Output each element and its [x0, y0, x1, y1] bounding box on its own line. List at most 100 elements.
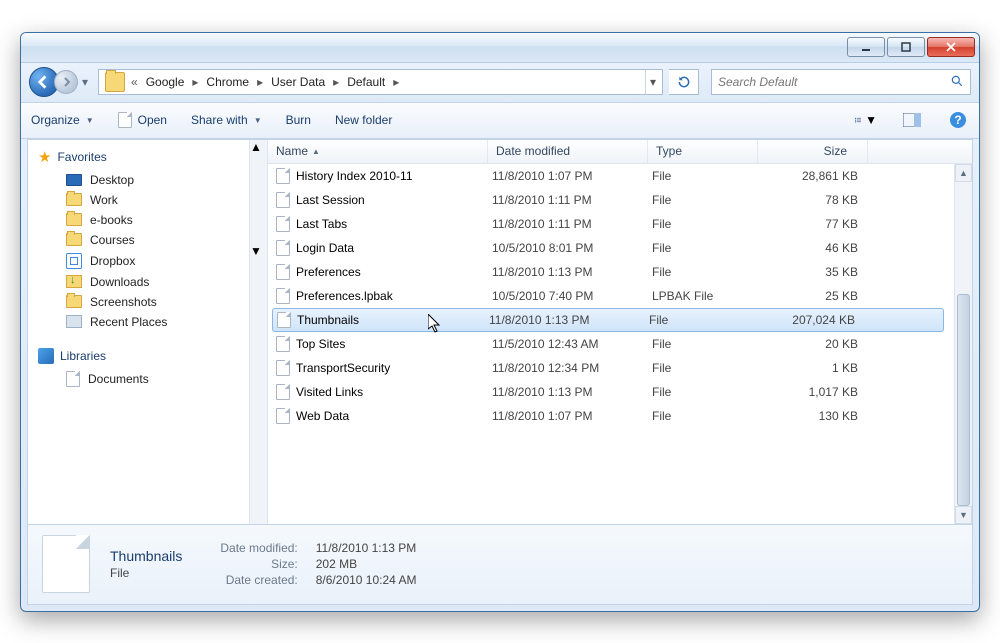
file-row[interactable]: Preferences.lpbak10/5/2010 7:40 PMLPBAK … [268, 284, 954, 308]
nav-item[interactable]: Courses [28, 230, 267, 250]
navigation-pane[interactable]: ★ Favorites DesktopWork e-books Courses Dro… [28, 140, 268, 524]
file-row[interactable]: Thumbnails11/8/2010 1:13 PMFile207,024 K… [272, 308, 944, 332]
file-row[interactable]: Web Data11/8/2010 1:07 PMFile130 KB [268, 404, 954, 428]
details-date-created: 8/6/2010 10:24 AM [316, 573, 417, 587]
column-header-date[interactable]: Date modified [488, 140, 648, 163]
column-header-name[interactable]: Name▲ [268, 140, 488, 163]
scrollbar-thumb[interactable] [250, 154, 267, 244]
file-list[interactable]: History Index 2010-1111/8/2010 1:07 PMFi… [268, 164, 954, 524]
file-name: History Index 2010-11 [296, 169, 413, 183]
file-icon [276, 360, 290, 376]
search-input[interactable] [718, 75, 950, 89]
file-icon [118, 112, 132, 128]
details-file-type: File [110, 566, 182, 580]
titlebar[interactable] [21, 33, 979, 63]
help-button[interactable]: ? [947, 109, 969, 131]
scroll-down-arrow[interactable]: ▼ [955, 506, 972, 524]
file-date: 11/8/2010 1:13 PM [492, 265, 652, 279]
file-row[interactable]: Top Sites11/5/2010 12:43 AMFile20 KB [268, 332, 954, 356]
maximize-button[interactable] [887, 37, 925, 57]
file-type: File [652, 169, 762, 183]
file-size: 1 KB [762, 361, 858, 375]
chevron-right-icon[interactable]: ▸ [190, 75, 200, 89]
nav-item[interactable]: Work [28, 190, 267, 210]
file-type: File [652, 385, 762, 399]
nav-item[interactable]: Downloads [28, 272, 267, 292]
file-icon [276, 168, 290, 184]
view-menu[interactable]: ▼ [855, 109, 877, 131]
chevron-right-icon[interactable]: ▸ [391, 75, 401, 89]
nav-item[interactable]: Dropbox [28, 250, 267, 272]
file-row[interactable]: Visited Links11/8/2010 1:13 PMFile1,017 … [268, 380, 954, 404]
burn-button[interactable]: Burn [286, 113, 311, 127]
nav-item[interactable]: Recent Places [28, 312, 267, 332]
close-button[interactable] [927, 37, 975, 57]
file-icon [276, 264, 290, 280]
file-size: 1,017 KB [762, 385, 858, 399]
column-header-type[interactable]: Type [648, 140, 758, 163]
breadcrumb-overflow[interactable]: « [129, 75, 140, 89]
nav-item[interactable]: e-books [28, 210, 267, 230]
file-size: 25 KB [762, 289, 858, 303]
file-date: 11/8/2010 1:11 PM [492, 193, 652, 207]
file-row[interactable]: Login Data10/5/2010 8:01 PMFile46 KB [268, 236, 954, 260]
file-scrollbar[interactable]: ▲ ▼ [954, 164, 972, 524]
chevron-right-icon[interactable]: ▸ [331, 75, 341, 89]
favorites-header[interactable]: ★ Favorites [28, 144, 267, 170]
nav-scrollbar[interactable]: ▲ ▼ [249, 140, 267, 524]
breadcrumb-item[interactable]: Google [140, 70, 191, 94]
address-dropdown[interactable]: ▾ [650, 75, 656, 89]
details-size: 202 MB [316, 557, 417, 571]
file-row[interactable]: Preferences11/8/2010 1:13 PMFile35 KB [268, 260, 954, 284]
scroll-up-arrow[interactable]: ▲ [955, 164, 972, 182]
new-folder-button[interactable]: New folder [335, 113, 392, 127]
cursor-icon [428, 314, 442, 337]
file-row[interactable]: Last Session11/8/2010 1:11 PMFile78 KB [268, 188, 954, 212]
breadcrumb-item[interactable]: Default [341, 70, 391, 94]
file-icon [276, 192, 290, 208]
file-size: 35 KB [762, 265, 858, 279]
file-name: Web Data [296, 409, 349, 423]
refresh-button[interactable] [669, 69, 699, 95]
preview-pane-button[interactable] [901, 109, 923, 131]
file-name: Visited Links [296, 385, 363, 399]
column-header-size[interactable]: Size [758, 140, 868, 163]
folder-icon [66, 213, 82, 226]
open-button[interactable]: Open [118, 112, 167, 128]
folder-icon [66, 295, 82, 308]
scroll-down-arrow[interactable]: ▼ [250, 244, 267, 258]
command-bar: Organize▼ Open Share with▼ Burn New fold… [21, 103, 979, 139]
file-type: File [652, 217, 762, 231]
search-box[interactable] [711, 69, 971, 95]
file-row[interactable]: History Index 2010-11 11/8/2010 1:07 PMFi… [268, 164, 954, 188]
scrollbar-thumb[interactable] [957, 294, 970, 506]
breadcrumb-bar[interactable]: « Google▸ Chrome▸ User Data▸ Default▸ ▾ [98, 69, 663, 95]
file-size: 20 KB [762, 337, 858, 351]
details-date-modified-label: Date modified: [220, 541, 297, 555]
file-date: 11/8/2010 1:07 PM [492, 169, 652, 183]
forward-button[interactable] [54, 70, 78, 94]
breadcrumb-item[interactable]: User Data [265, 70, 331, 94]
nav-item[interactable]: Screenshots [28, 292, 267, 312]
file-thumbnail [42, 535, 90, 593]
chevron-right-icon[interactable]: ▸ [255, 75, 265, 89]
search-icon[interactable] [950, 74, 964, 91]
libraries-header[interactable]: Libraries [28, 344, 267, 368]
file-type: File [649, 313, 759, 327]
chevron-down-icon: ▼ [865, 113, 877, 127]
nav-item-label: Screenshots [90, 295, 157, 309]
minimize-button[interactable] [847, 37, 885, 57]
share-menu[interactable]: Share with▼ [191, 113, 262, 127]
nav-item[interactable]: Desktop [28, 170, 267, 190]
file-row[interactable]: Last Tabs11/8/2010 1:11 PMFile77 KB [268, 212, 954, 236]
breadcrumb-item[interactable]: Chrome [200, 70, 255, 94]
scroll-up-arrow[interactable]: ▲ [250, 140, 267, 154]
nav-item[interactable]: Documents [28, 368, 267, 390]
nav-item-label: e-books [90, 213, 133, 227]
organize-menu[interactable]: Organize▼ [31, 113, 94, 127]
details-date-created-label: Date created: [220, 573, 297, 587]
recent-places-icon [66, 315, 82, 328]
nav-item-label: Dropbox [90, 254, 135, 268]
file-row[interactable]: TransportSecurity11/8/2010 12:34 PMFile1… [268, 356, 954, 380]
nav-history-dropdown[interactable]: ▾ [78, 67, 92, 97]
